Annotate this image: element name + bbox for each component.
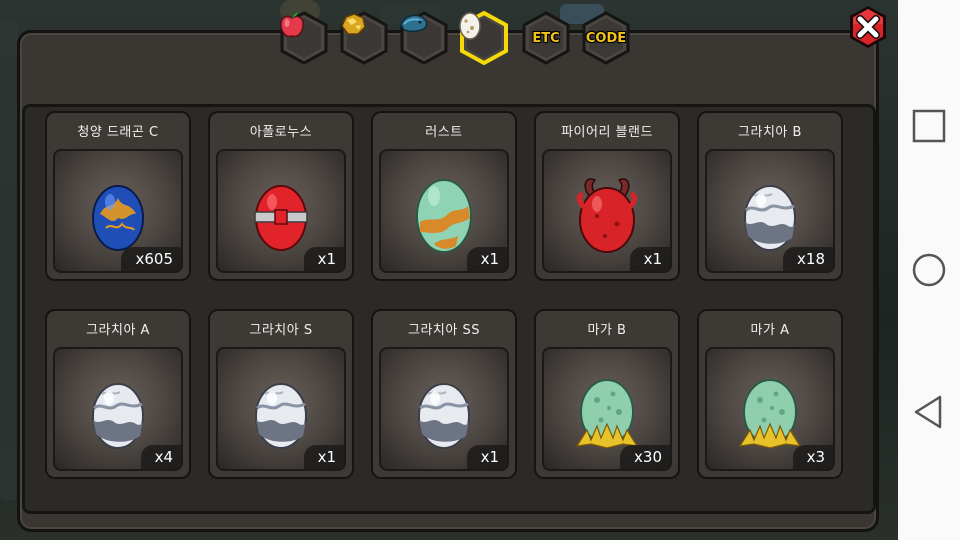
item-slot: x1 xyxy=(542,149,672,273)
item-name: 그라치아 SS xyxy=(408,323,480,338)
android-nav-bar xyxy=(898,0,960,540)
tab-label xyxy=(458,10,510,66)
item-quantity: x1 xyxy=(629,247,670,271)
tab-label: ETC xyxy=(532,30,560,46)
egg-icon xyxy=(544,161,670,261)
item-quantity: x1 xyxy=(466,445,507,469)
tab-code[interactable]: CODE xyxy=(580,10,632,66)
back-button[interactable] xyxy=(909,392,949,432)
item-quantity: x1 xyxy=(303,247,344,271)
item-name: 청양 드래곤 C xyxy=(77,125,159,140)
item-card[interactable]: 그라치아 B x18 xyxy=(697,111,843,281)
tab-gold[interactable] xyxy=(338,10,390,66)
item-card[interactable]: 그라치아 S x1 xyxy=(208,309,354,479)
egg-icon xyxy=(707,161,833,261)
tab-etc[interactable]: ETC xyxy=(520,10,572,66)
egg-icon xyxy=(218,161,344,261)
item-name: 마가 A xyxy=(750,323,790,338)
item-quantity: x4 xyxy=(140,445,181,469)
item-slot: x30 xyxy=(542,347,672,471)
item-name: 러스트 xyxy=(425,125,463,140)
item-slot: x4 xyxy=(53,347,183,471)
close-button[interactable] xyxy=(845,4,891,50)
tab-label xyxy=(338,10,390,66)
item-name: 그라치아 A xyxy=(86,323,150,338)
item-name: 그라치아 B xyxy=(738,125,802,140)
egg-icon xyxy=(544,359,670,459)
egg-icon xyxy=(381,161,507,261)
egg-icon xyxy=(381,359,507,459)
tab-label xyxy=(278,10,330,66)
item-slot: x18 xyxy=(705,149,835,273)
item-slot: x1 xyxy=(379,347,509,471)
egg-icon xyxy=(707,359,833,459)
square-icon xyxy=(912,109,946,143)
item-slot: x605 xyxy=(53,149,183,273)
egg-icon xyxy=(55,359,181,459)
item-quantity: x605 xyxy=(121,247,181,271)
item-slot: x1 xyxy=(216,149,346,273)
tab-label: CODE xyxy=(585,30,627,46)
item-card[interactable]: 그라치아 A x4 xyxy=(45,309,191,479)
close-icon xyxy=(850,6,886,48)
item-quantity: x30 xyxy=(620,445,670,469)
item-quantity: x1 xyxy=(303,445,344,469)
item-quantity: x3 xyxy=(792,445,833,469)
item-quantity: x1 xyxy=(466,247,507,271)
item-card[interactable]: 아폴로누스 x1 xyxy=(208,111,354,281)
item-name: 아폴로누스 xyxy=(249,125,313,140)
item-name: 파이어리 블랜드 xyxy=(561,125,653,140)
item-card[interactable]: 러스트 x1 xyxy=(371,111,517,281)
item-name: 그라치아 S xyxy=(249,323,313,338)
item-slot: x3 xyxy=(705,347,835,471)
tab-egg[interactable] xyxy=(458,10,510,66)
back-triangle-icon xyxy=(914,395,942,429)
item-slot: x1 xyxy=(216,347,346,471)
tab-label xyxy=(398,10,450,66)
item-card[interactable]: 그라치아 SS x1 xyxy=(371,309,517,479)
item-name: 마가 B xyxy=(587,323,627,338)
egg-icon xyxy=(55,161,181,261)
item-card[interactable]: 마가 A x3 xyxy=(697,309,843,479)
item-card[interactable]: 청양 드래곤 C x605 xyxy=(45,111,191,281)
item-card[interactable]: 파이어리 블랜드 x1 xyxy=(534,111,680,281)
item-grid: 청양 드래곤 C x605 아폴로누스 x1 러스트 x1 파이어리 블랜드 x1 그라치아 B… xyxy=(22,104,876,514)
egg-icon xyxy=(218,359,344,459)
item-quantity: x18 xyxy=(783,247,833,271)
tab-fruit[interactable] xyxy=(278,10,330,66)
tab-fish[interactable] xyxy=(398,10,450,66)
item-slot: x1 xyxy=(379,149,509,273)
recents-button[interactable] xyxy=(909,106,949,146)
home-button[interactable] xyxy=(909,250,949,290)
item-card[interactable]: 마가 B x30 xyxy=(534,309,680,479)
circle-icon xyxy=(912,253,946,287)
